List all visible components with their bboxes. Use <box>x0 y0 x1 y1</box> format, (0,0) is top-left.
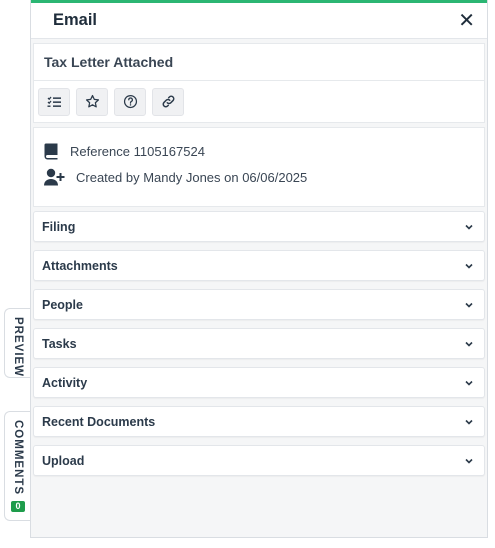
chevron-down-icon <box>465 302 473 308</box>
section-recent-documents[interactable]: Recent Documents <box>33 406 485 437</box>
section-filing[interactable]: Filing <box>33 211 485 242</box>
reference-row: Reference 1105167524 <box>44 138 474 164</box>
book-icon <box>44 143 58 160</box>
section-upload[interactable]: Upload <box>33 445 485 476</box>
preview-tab-label: PREVIEW <box>12 317 24 378</box>
add-user-icon <box>44 168 65 186</box>
section-list: Filing Attachments People Tasks Activity… <box>31 211 487 476</box>
section-tasks[interactable]: Tasks <box>33 328 485 359</box>
favorite-button[interactable] <box>76 87 108 116</box>
chevron-down-icon <box>465 419 473 425</box>
section-attachments[interactable]: Attachments <box>33 250 485 281</box>
email-panel: Email ✕ Tax Letter Attached Reference 11… <box>30 0 488 538</box>
panel-header: Email ✕ <box>31 3 487 39</box>
action-toolbar <box>33 81 485 123</box>
created-text: Created by Mandy Jones on 06/06/2025 <box>76 169 308 185</box>
section-label: Attachments <box>42 258 118 273</box>
section-activity[interactable]: Activity <box>33 367 485 398</box>
chevron-down-icon <box>465 458 473 464</box>
panel-title: Email <box>53 11 98 29</box>
comments-tab-label: COMMENTS <box>12 420 24 496</box>
section-label: Recent Documents <box>42 414 156 429</box>
chevron-down-icon <box>465 380 473 386</box>
close-icon[interactable]: ✕ <box>458 11 475 31</box>
document-info: Reference 1105167524 Created by Mandy Jo… <box>33 127 485 207</box>
checklist-button[interactable] <box>38 87 70 116</box>
created-row: Created by Mandy Jones on 06/06/2025 <box>44 164 474 190</box>
preview-tab[interactable]: PREVIEW <box>4 308 31 378</box>
section-people[interactable]: People <box>33 289 485 320</box>
chevron-down-icon <box>465 224 473 230</box>
comments-count-badge: 0 <box>11 501 25 513</box>
section-label: Activity <box>42 375 88 390</box>
help-button[interactable] <box>114 87 146 116</box>
reference-text: Reference 1105167524 <box>70 143 205 159</box>
chevron-down-icon <box>465 341 473 347</box>
section-label: Tasks <box>42 336 77 351</box>
link-icon <box>162 95 174 108</box>
help-icon <box>123 94 137 109</box>
chevron-down-icon <box>465 263 473 269</box>
star-icon <box>85 94 99 108</box>
comments-tab[interactable]: COMMENTS 0 <box>4 411 31 521</box>
section-label: Filing <box>42 219 76 234</box>
email-subject: Tax Letter Attached <box>33 43 485 81</box>
section-label: People <box>42 297 83 312</box>
section-label: Upload <box>42 453 85 468</box>
checklist-icon <box>47 96 61 107</box>
copy-link-button[interactable] <box>152 87 184 116</box>
